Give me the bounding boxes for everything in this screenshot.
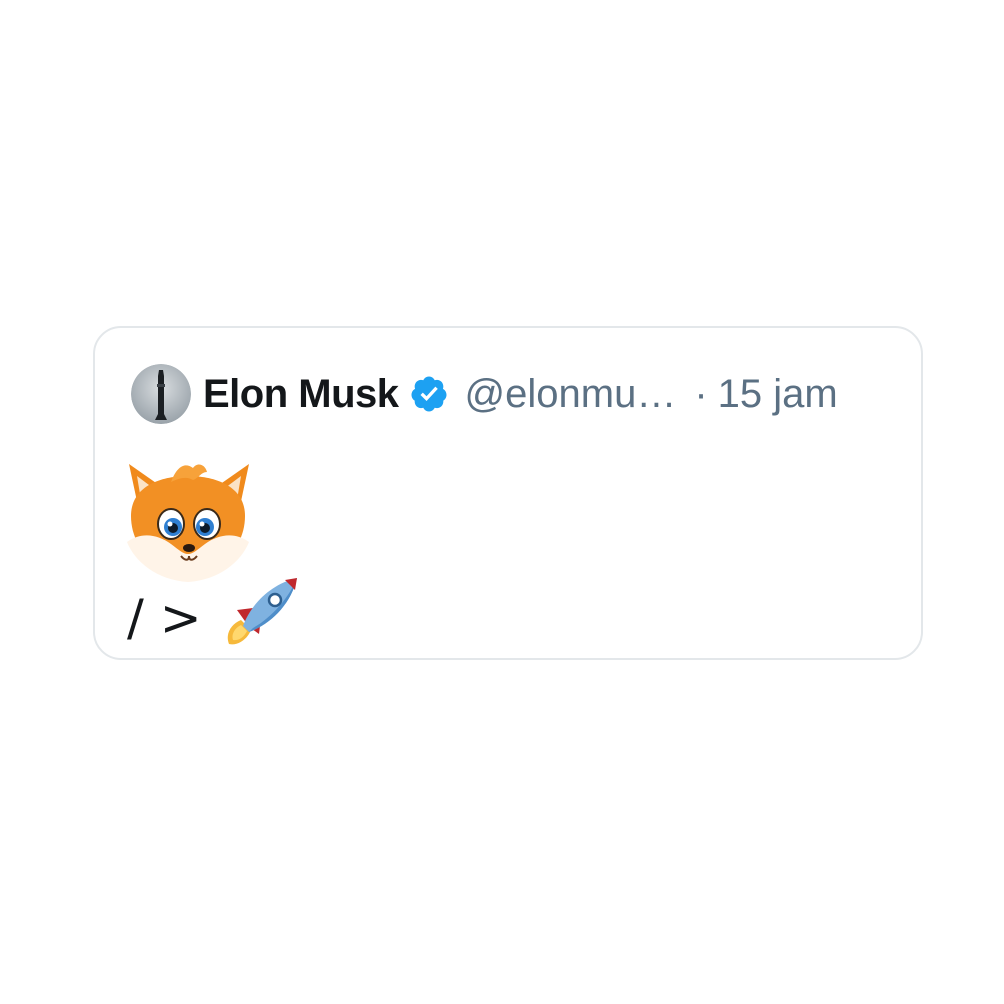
fox-face-icon: [127, 464, 249, 582]
author-handle[interactable]: @elonmu…: [465, 372, 677, 417]
verified-badge-icon: [411, 376, 447, 412]
tweet-timestamp[interactable]: 15 jam: [718, 372, 838, 417]
author-name[interactable]: Elon Musk: [203, 372, 399, 417]
avatar[interactable]: [131, 364, 191, 424]
rocket-avatar-icon: [131, 364, 191, 424]
tweet-text: / >: [127, 589, 202, 647]
quoted-tweet-card[interactable]: Elon Musk @elonmu… · 15 jam / >: [93, 326, 923, 660]
tweet-header: Elon Musk @elonmu… · 15 jam: [131, 364, 838, 424]
separator-dot: ·: [694, 371, 708, 416]
rocket-icon: [227, 578, 297, 645]
